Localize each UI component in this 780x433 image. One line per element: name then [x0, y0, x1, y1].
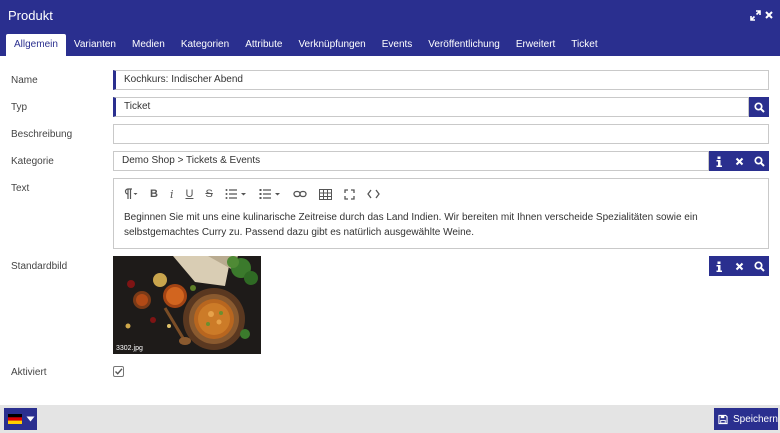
underline-icon[interactable]: U	[185, 187, 193, 201]
tab-veroeffentlichung[interactable]: Veröffentlichung	[420, 34, 508, 56]
standardbild-label: Standardbild	[11, 261, 68, 272]
code-icon[interactable]	[366, 187, 380, 201]
text-editor[interactable]: B i U S Beginnen Sie mit uns eine kulina…	[113, 178, 769, 249]
editor-toolbar: B i U S	[122, 187, 392, 201]
close-icon[interactable]	[763, 9, 775, 21]
name-input[interactable]: Kochkurs: Indischer Abend	[113, 70, 769, 90]
product-image[interactable]: 3302.jpg	[113, 256, 261, 354]
caret-down-icon	[26, 416, 35, 422]
save-button-label: Speichern	[732, 413, 778, 425]
flag-de-icon	[8, 414, 22, 424]
typ-label: Typ	[11, 102, 28, 113]
beschreibung-label: Beschreibung	[11, 129, 73, 140]
link-icon[interactable]	[293, 187, 307, 201]
fullscreen-icon[interactable]	[344, 187, 355, 201]
tab-varianten[interactable]: Varianten	[66, 34, 124, 56]
ordered-list-icon[interactable]	[225, 187, 247, 201]
bold-icon[interactable]: B	[150, 187, 158, 201]
tab-attribute[interactable]: Attribute	[237, 34, 290, 56]
table-icon[interactable]	[318, 187, 332, 201]
kategorie-info-button[interactable]	[709, 151, 729, 171]
info-icon	[716, 261, 722, 272]
close-icon	[735, 262, 743, 270]
info-icon	[716, 156, 722, 167]
footer-bar: Speichern	[0, 405, 780, 433]
kategorie-input[interactable]: Demo Shop > Tickets & Events	[113, 151, 709, 171]
save-button[interactable]: Speichern	[714, 408, 778, 430]
image-info-button[interactable]	[709, 256, 729, 276]
tab-kategorien[interactable]: Kategorien	[173, 34, 237, 56]
typ-input[interactable]: Ticket	[113, 97, 749, 117]
aktiviert-checkbox[interactable]	[113, 366, 124, 377]
search-icon	[753, 101, 765, 113]
italic-icon[interactable]: i	[170, 187, 174, 201]
tab-allgemein[interactable]: Allgemein	[6, 34, 66, 56]
tab-bar: Allgemein Varianten Medien Kategorien At…	[0, 32, 780, 56]
unordered-list-icon[interactable]	[259, 187, 281, 201]
name-label: Name	[11, 75, 38, 86]
image-search-button[interactable]	[749, 256, 769, 276]
kategorie-search-button[interactable]	[749, 151, 769, 171]
close-icon	[735, 157, 743, 165]
kategorie-label: Kategorie	[11, 156, 54, 167]
search-icon	[753, 260, 765, 272]
search-icon	[753, 155, 765, 167]
beschreibung-input[interactable]	[113, 124, 769, 144]
expand-icon[interactable]	[749, 9, 761, 21]
window-titlebar: Produkt	[0, 0, 780, 32]
product-image-picture	[113, 256, 261, 354]
paragraph-icon[interactable]	[122, 187, 138, 201]
window-title: Produkt	[8, 8, 53, 23]
language-selector[interactable]	[4, 408, 37, 430]
kategorie-clear-button[interactable]	[729, 151, 749, 171]
aktiviert-label: Aktiviert	[11, 367, 47, 378]
tab-ticket[interactable]: Ticket	[563, 34, 605, 56]
typ-search-button[interactable]	[749, 97, 769, 117]
editor-content[interactable]: Beginnen Sie mit uns eine kulinarische Z…	[124, 210, 760, 240]
tab-verknuepfungen[interactable]: Verknüpfungen	[290, 34, 373, 56]
tab-erweitert[interactable]: Erweitert	[508, 34, 563, 56]
floppy-disk-icon	[718, 414, 728, 424]
strikethrough-icon[interactable]: S	[205, 187, 212, 201]
tab-events[interactable]: Events	[374, 34, 421, 56]
image-remove-button[interactable]	[729, 256, 749, 276]
text-label: Text	[11, 183, 30, 194]
image-filename: 3302.jpg	[116, 345, 143, 352]
tab-medien[interactable]: Medien	[124, 34, 173, 56]
